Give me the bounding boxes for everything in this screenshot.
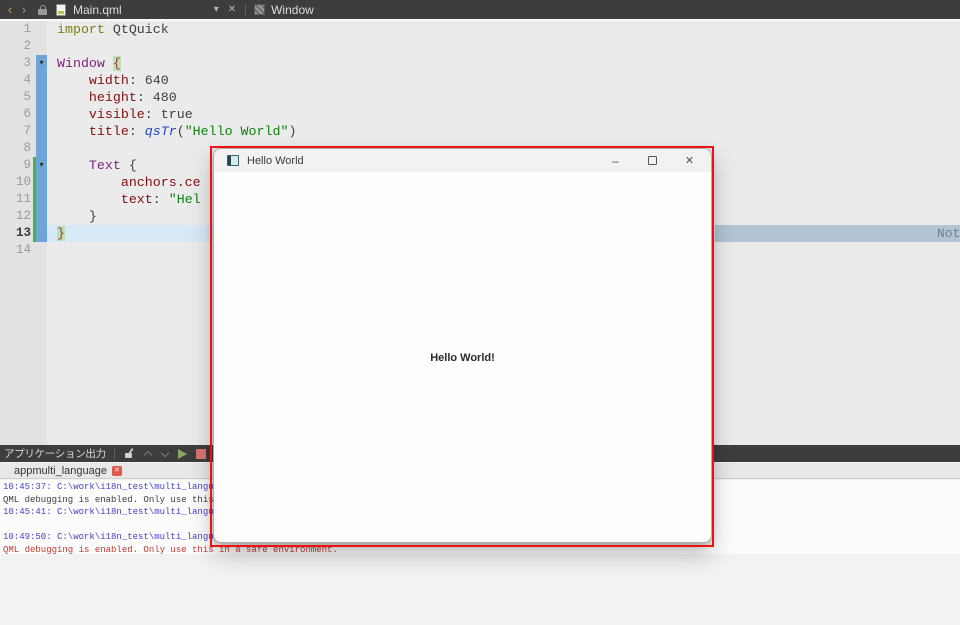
clear-output-icon[interactable] bbox=[124, 448, 135, 459]
code-token bbox=[57, 192, 121, 207]
caption-buttons: – ✕ bbox=[591, 151, 711, 170]
code-token: anchors.ce bbox=[121, 175, 201, 190]
line-number[interactable]: 3 bbox=[0, 55, 31, 72]
code-line[interactable]: width: 640 bbox=[47, 72, 960, 89]
qml-file-icon bbox=[56, 4, 66, 16]
code-token: text bbox=[121, 192, 153, 207]
code-token: ( bbox=[177, 124, 185, 139]
code-line[interactable] bbox=[47, 38, 960, 55]
lock-icon[interactable] bbox=[38, 5, 47, 15]
line-number[interactable]: 7 bbox=[0, 123, 31, 140]
code-token: Text bbox=[89, 158, 129, 173]
code-token: height bbox=[89, 90, 137, 105]
hello-world-text: Hello World! bbox=[430, 352, 495, 364]
line-number[interactable]: 12 bbox=[0, 208, 31, 225]
output-pane-title: アプリケーション出力 bbox=[4, 446, 106, 461]
code-token: } bbox=[57, 226, 65, 241]
code-token: width bbox=[89, 73, 129, 88]
code-token: visible bbox=[89, 107, 145, 122]
back-icon[interactable]: ‹ bbox=[5, 1, 15, 18]
code-line[interactable]: import QtQuick bbox=[47, 21, 960, 38]
code-token: "Hel bbox=[169, 192, 201, 207]
symbol-icon bbox=[254, 4, 265, 15]
code-token: : bbox=[145, 107, 161, 122]
editor-toolbar: ‹ › Main.qml ▾ ✕ Window bbox=[0, 0, 960, 19]
line-number[interactable]: 8 bbox=[0, 140, 31, 157]
code-token: qsTr bbox=[145, 124, 177, 139]
code-token: } bbox=[57, 209, 97, 224]
current-line-annotation-band: Not bbox=[715, 225, 960, 242]
app-window-titlebar[interactable]: Hello World – ✕ bbox=[214, 149, 711, 172]
code-token bbox=[57, 175, 121, 190]
close-window-icon: ✕ bbox=[685, 154, 694, 167]
output-tab[interactable]: appmulti_language bbox=[14, 465, 107, 477]
code-token: { bbox=[113, 56, 121, 71]
app-window-content: Hello World! bbox=[214, 172, 711, 544]
code-line[interactable]: height: 480 bbox=[47, 89, 960, 106]
close-button[interactable]: ✕ bbox=[677, 151, 702, 170]
app-window-title: Hello World bbox=[247, 155, 304, 167]
app-window-icon bbox=[227, 155, 239, 166]
forward-icon[interactable]: › bbox=[19, 1, 29, 18]
code-token: title bbox=[89, 124, 129, 139]
qt-creator-window: ‹ › Main.qml ▾ ✕ Window 1234567891011121… bbox=[0, 0, 960, 625]
code-token: QtQuick bbox=[105, 22, 169, 37]
line-number[interactable]: 13 bbox=[0, 225, 31, 242]
next-item-icon[interactable] bbox=[161, 450, 169, 458]
symbol-selector[interactable]: Window bbox=[271, 3, 314, 17]
fold-arrow-icon[interactable]: ▾ bbox=[36, 55, 47, 72]
code-line[interactable]: title: qsTr("Hello World") bbox=[47, 123, 960, 140]
code-token: "Hello World" bbox=[185, 124, 289, 139]
toolbar-separator bbox=[245, 4, 246, 16]
code-token: 640 bbox=[145, 73, 169, 88]
code-token bbox=[57, 107, 89, 122]
minimize-icon: – bbox=[612, 154, 619, 168]
previous-item-icon[interactable] bbox=[144, 450, 152, 458]
code-token: { bbox=[129, 158, 137, 173]
line-number[interactable]: 5 bbox=[0, 89, 31, 106]
line-number[interactable]: 10 bbox=[0, 174, 31, 191]
line-number[interactable]: 2 bbox=[0, 38, 31, 55]
code-token: : bbox=[153, 192, 169, 207]
toolbar-separator bbox=[114, 448, 115, 460]
line-number[interactable]: 14 bbox=[0, 242, 31, 259]
code-token: : bbox=[129, 124, 145, 139]
changed-lines-bar bbox=[36, 55, 47, 242]
code-token bbox=[57, 124, 89, 139]
code-token: true bbox=[161, 107, 193, 122]
code-line[interactable]: Window { bbox=[47, 55, 960, 72]
line-number[interactable]: 4 bbox=[0, 72, 31, 89]
line-number[interactable]: 11 bbox=[0, 191, 31, 208]
code-token: import bbox=[57, 22, 105, 37]
line-annotation: Not bbox=[937, 225, 960, 242]
code-token: : bbox=[129, 73, 145, 88]
stop-icon[interactable] bbox=[196, 449, 206, 459]
tab-close-icon[interactable]: ✕ bbox=[112, 466, 122, 476]
minimize-button[interactable]: – bbox=[603, 151, 628, 170]
fold-arrow-icon[interactable]: ▾ bbox=[36, 157, 47, 174]
code-token bbox=[57, 158, 89, 173]
file-tab[interactable]: Main.qml bbox=[73, 3, 122, 17]
code-token: ) bbox=[288, 124, 296, 139]
maximize-button[interactable] bbox=[640, 151, 665, 170]
code-token bbox=[57, 73, 89, 88]
line-number[interactable]: 1 bbox=[0, 21, 31, 38]
run-icon[interactable] bbox=[178, 449, 187, 459]
maximize-icon bbox=[648, 156, 657, 165]
code-token: Window bbox=[57, 56, 113, 71]
line-number[interactable]: 9 bbox=[0, 157, 31, 174]
code-token bbox=[57, 90, 89, 105]
code-token: : bbox=[137, 90, 153, 105]
close-document-icon[interactable]: ✕ bbox=[228, 4, 236, 15]
dropdown-icon[interactable]: ▾ bbox=[214, 4, 219, 15]
code-token: 480 bbox=[153, 90, 177, 105]
code-line[interactable]: visible: true bbox=[47, 106, 960, 123]
hello-world-app-window[interactable]: Hello World – ✕ Hello World! bbox=[213, 148, 712, 543]
output-line: QML debugging is enabled. Only use this … bbox=[3, 544, 960, 554]
line-number[interactable]: 6 bbox=[0, 106, 31, 123]
